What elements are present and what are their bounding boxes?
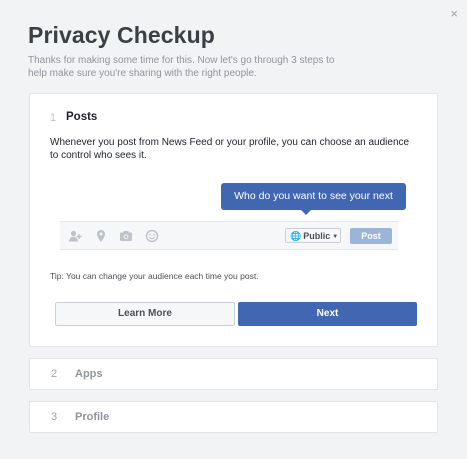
step-title: Profile — [75, 411, 110, 423]
page-title: Privacy Checkup — [28, 22, 215, 48]
camera-icon — [120, 231, 132, 241]
step-description: Whenever you post from News Feed or your… — [50, 137, 410, 161]
step-number: 1 — [50, 112, 57, 124]
page-subtitle: Thanks for making some time for this. No… — [28, 55, 335, 79]
composer-preview: Who do you want to see your next post? — [60, 182, 406, 250]
location-pin-icon — [97, 230, 105, 242]
smiley-icon — [145, 229, 159, 243]
caret-down-icon: ▼ — [332, 234, 339, 240]
post-button[interactable]: Post — [350, 228, 392, 244]
next-button[interactable]: Next — [238, 302, 417, 326]
audience-label: Public — [303, 231, 331, 241]
step-title: Posts — [66, 111, 98, 123]
tag-people-icon — [69, 230, 82, 242]
composer-bar: 🌐 Public ▼ Post — [60, 221, 398, 250]
step-card-profile[interactable]: 3 Profile — [29, 401, 438, 433]
learn-more-button[interactable]: Learn More — [55, 302, 235, 326]
audience-selector[interactable]: 🌐 Public ▼ — [285, 228, 341, 243]
step-number: 2 — [51, 368, 58, 380]
step-card-posts: 1 Posts Whenever you post from News Feed… — [29, 93, 438, 347]
step-card-apps[interactable]: 2 Apps — [29, 358, 438, 390]
close-icon[interactable]: × — [450, 7, 458, 21]
step-number: 3 — [51, 411, 58, 423]
globe-icon: 🌐 — [290, 231, 302, 241]
tip-text: Tip: You can change your audience each t… — [50, 271, 259, 281]
audience-tooltip: Who do you want to see your next post? — [221, 183, 406, 229]
step-title: Apps — [75, 368, 103, 380]
